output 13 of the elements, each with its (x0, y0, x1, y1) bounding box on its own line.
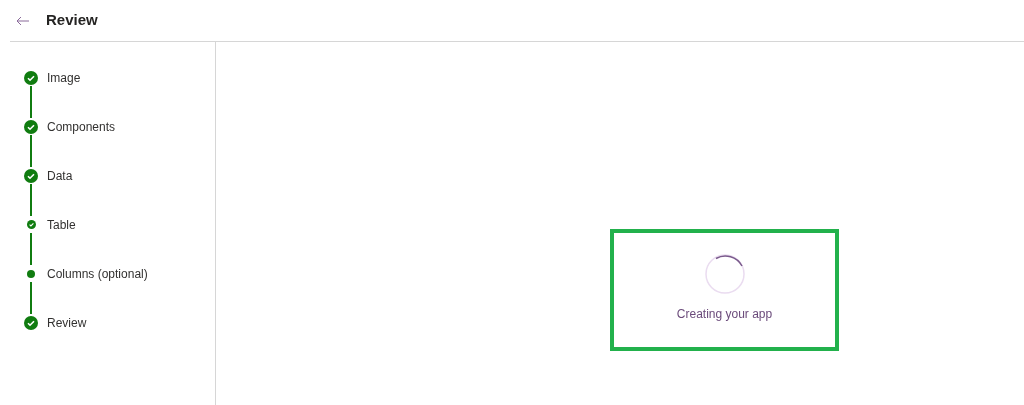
step-label: Components (47, 118, 116, 136)
back-button[interactable] (16, 15, 30, 26)
page-title: Review (46, 10, 98, 31)
step-label: Image (47, 69, 81, 87)
step-label: Columns (optional) (47, 265, 148, 283)
step-label: Table (47, 216, 76, 234)
check-circle-icon (24, 315, 38, 330)
status-message: Creating your app (676, 306, 773, 323)
loading-spinner-icon (703, 253, 746, 295)
check-circle-icon (26, 220, 36, 229)
step-label: Review (47, 314, 87, 332)
back-arrow-icon (16, 15, 30, 26)
step-label: Data (47, 167, 73, 185)
